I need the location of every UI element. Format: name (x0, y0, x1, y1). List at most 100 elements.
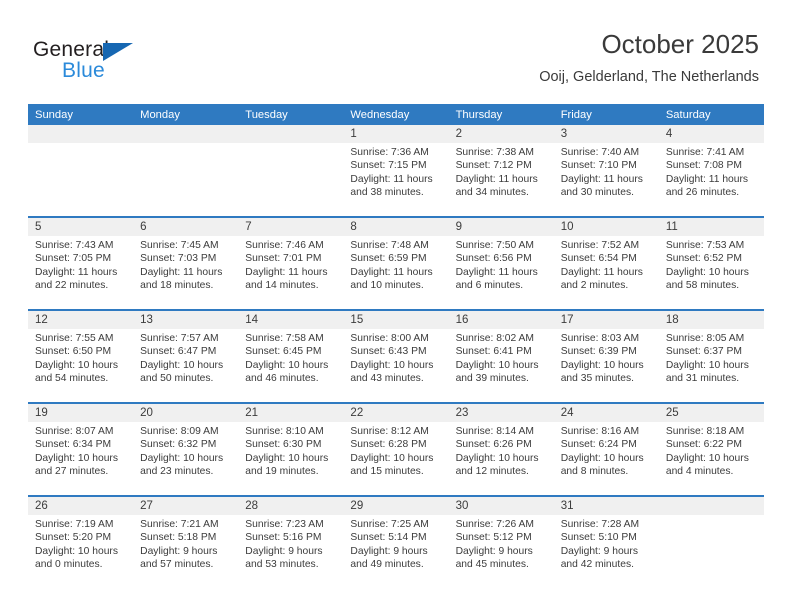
day-number[interactable]: 23 (449, 404, 554, 422)
day-number[interactable]: 14 (238, 311, 343, 329)
day-detail-line: Sunrise: 8:18 AM (665, 426, 745, 437)
day-cell-details[interactable] (133, 143, 238, 216)
day-number[interactable]: 1 (343, 125, 448, 143)
day-cell-details[interactable] (238, 143, 343, 216)
day-detail-line: Sunset: 6:37 PM (665, 346, 742, 358)
day-number[interactable]: 27 (133, 497, 238, 515)
day-cell-details[interactable]: Sunrise: 8:10 AM Sunset: 6:30 PM Daylight:… (238, 422, 343, 495)
day-cell-details[interactable]: Sunrise: 7:41 AM Sunset: 7:08 PM Daylight:… (659, 143, 764, 216)
week-body-row: Sunrise: 7:36 AM Sunset: 7:15 PM Daylight:… (28, 143, 764, 216)
day-cell-details[interactable]: Sunrise: 7:23 AM Sunset: 5:16 PM Daylight:… (238, 515, 343, 588)
day-number[interactable]: 15 (343, 311, 448, 329)
day-cell-details[interactable]: Sunrise: 8:18 AM Sunset: 6:22 PM Daylight:… (659, 422, 764, 495)
day-cell-details[interactable]: Sunrise: 7:52 AM Sunset: 6:54 PM Daylight:… (554, 236, 659, 309)
day-detail-line: Sunset: 7:12 PM (455, 160, 532, 172)
day-detail-line: Sunset: 6:41 PM (455, 346, 532, 358)
day-detail-line: Daylight: 10 hours (560, 452, 644, 464)
day-cell-details[interactable]: Sunrise: 7:28 AM Sunset: 5:10 PM Daylight:… (554, 515, 659, 588)
day-number[interactable]: 4 (659, 125, 764, 143)
day-detail-line: Daylight: 11 hours (560, 173, 643, 185)
day-detail-line: Sunrise: 8:16 AM (560, 426, 640, 437)
day-detail-line: and 14 minutes. (245, 280, 319, 292)
day-cell-details[interactable]: Sunrise: 7:19 AM Sunset: 5:20 PM Daylight:… (28, 515, 133, 588)
day-number[interactable]: 3 (554, 125, 659, 143)
week-body-row: Sunrise: 7:43 AM Sunset: 7:05 PM Daylight:… (28, 236, 764, 309)
day-number[interactable]: 9 (449, 218, 554, 236)
day-cell-details[interactable]: Sunrise: 7:26 AM Sunset: 5:12 PM Daylight:… (449, 515, 554, 588)
day-detail-line: Daylight: 10 hours (35, 359, 118, 371)
day-number[interactable]: 12 (28, 311, 133, 329)
day-detail-line: and 31 minutes. (665, 373, 740, 385)
title-block: October 2025 Ooij, Gelderland, The Nethe… (539, 30, 759, 85)
day-number[interactable]: 19 (28, 404, 133, 422)
day-cell-details[interactable]: Sunrise: 8:00 AM Sunset: 6:43 PM Daylight:… (343, 329, 448, 402)
day-number[interactable]: 22 (343, 404, 448, 422)
week-date-band: 19 20 21 22 23 24 25 (28, 404, 764, 422)
day-number[interactable]: 26 (28, 497, 133, 515)
day-cell-details[interactable]: Sunrise: 7:50 AM Sunset: 6:56 PM Daylight:… (449, 236, 554, 309)
day-number[interactable]: 5 (28, 218, 133, 236)
day-cell-details[interactable]: Sunrise: 7:48 AM Sunset: 6:59 PM Daylight:… (343, 236, 448, 309)
day-cell-details[interactable]: Sunrise: 8:14 AM Sunset: 6:26 PM Daylight:… (449, 422, 554, 495)
day-detail-line: Sunrise: 8:05 AM (665, 333, 745, 344)
day-cell-details[interactable]: Sunrise: 7:55 AM Sunset: 6:50 PM Daylight:… (28, 329, 133, 402)
day-detail-line: Sunset: 6:39 PM (560, 346, 637, 358)
day-cell-details[interactable]: Sunrise: 8:09 AM Sunset: 6:32 PM Daylight:… (133, 422, 238, 495)
day-number[interactable]: 24 (554, 404, 659, 422)
day-detail-line: and 10 minutes. (350, 280, 424, 292)
day-cell-details[interactable]: Sunrise: 7:40 AM Sunset: 7:10 PM Daylight:… (554, 143, 659, 216)
day-detail-line: Sunset: 6:22 PM (665, 439, 742, 451)
day-number[interactable]: 7 (238, 218, 343, 236)
day-number[interactable]: 25 (659, 404, 764, 422)
day-detail-line: Sunset: 5:10 PM (560, 532, 637, 544)
day-number[interactable] (133, 125, 238, 143)
weekday-header-row: Sunday Monday Tuesday Wednesday Thursday Frid… (28, 104, 764, 125)
day-number[interactable] (28, 125, 133, 143)
day-cell-details[interactable]: Sunrise: 7:36 AM Sunset: 7:15 PM Daylight:… (343, 143, 448, 216)
day-cell-details[interactable]: Sunrise: 8:16 AM Sunset: 6:24 PM Daylight:… (554, 422, 659, 495)
day-cell-details[interactable]: Sunrise: 7:58 AM Sunset: 6:45 PM Daylight:… (238, 329, 343, 402)
day-number[interactable]: 18 (659, 311, 764, 329)
day-number[interactable]: 28 (238, 497, 343, 515)
day-cell-details[interactable]: Sunrise: 7:38 AM Sunset: 7:12 PM Daylight:… (449, 143, 554, 216)
day-cell-details[interactable]: Sunrise: 7:53 AM Sunset: 6:52 PM Daylight:… (659, 236, 764, 309)
day-number[interactable]: 21 (238, 404, 343, 422)
day-cell-details[interactable]: Sunrise: 7:46 AM Sunset: 7:01 PM Daylight:… (238, 236, 343, 309)
day-number[interactable]: 29 (343, 497, 448, 515)
day-detail-line: Sunrise: 7:25 AM (350, 519, 429, 530)
day-cell-details[interactable]: Sunrise: 8:02 AM Sunset: 6:41 PM Daylight:… (449, 329, 554, 402)
day-detail-line: and 8 minutes. (560, 466, 629, 478)
day-number[interactable]: 11 (659, 218, 764, 236)
day-number[interactable]: 10 (554, 218, 659, 236)
day-number[interactable]: 13 (133, 311, 238, 329)
day-cell-details[interactable]: Sunrise: 7:45 AM Sunset: 7:03 PM Daylight:… (133, 236, 238, 309)
day-detail-line: Sunrise: 7:28 AM (560, 519, 640, 530)
day-cell-details[interactable]: Sunrise: 7:25 AM Sunset: 5:14 PM Daylight:… (343, 515, 448, 588)
day-detail-line: and 2 minutes. (560, 280, 629, 292)
day-number[interactable]: 30 (449, 497, 554, 515)
day-cell-details[interactable]: Sunrise: 7:43 AM Sunset: 7:05 PM Daylight:… (28, 236, 133, 309)
day-cell-details[interactable]: Sunrise: 8:05 AM Sunset: 6:37 PM Daylight:… (659, 329, 764, 402)
day-number[interactable]: 17 (554, 311, 659, 329)
day-number[interactable] (238, 125, 343, 143)
day-cell-details[interactable] (28, 143, 133, 216)
day-number[interactable]: 31 (554, 497, 659, 515)
day-detail-line: Sunset: 7:15 PM (350, 160, 427, 172)
day-detail-line: Daylight: 10 hours (350, 452, 434, 464)
day-cell-details[interactable]: Sunrise: 7:21 AM Sunset: 5:18 PM Daylight:… (133, 515, 238, 588)
day-cell-details[interactable]: Sunrise: 8:12 AM Sunset: 6:28 PM Daylight:… (343, 422, 448, 495)
day-detail-line: Daylight: 11 hours (560, 266, 643, 278)
day-number[interactable]: 16 (449, 311, 554, 329)
day-detail-line: and 15 minutes. (350, 466, 424, 478)
day-number[interactable]: 8 (343, 218, 448, 236)
day-cell-details[interactable]: Sunrise: 7:57 AM Sunset: 6:47 PM Daylight:… (133, 329, 238, 402)
day-cell-details[interactable]: Sunrise: 8:07 AM Sunset: 6:34 PM Daylight:… (28, 422, 133, 495)
day-number[interactable]: 6 (133, 218, 238, 236)
day-number[interactable]: 20 (133, 404, 238, 422)
day-number[interactable]: 2 (449, 125, 554, 143)
day-cell-details[interactable] (659, 515, 764, 588)
day-detail-line: Sunrise: 7:23 AM (245, 519, 324, 530)
day-detail-line: and 12 minutes. (455, 466, 529, 478)
day-number[interactable] (659, 497, 764, 515)
day-cell-details[interactable]: Sunrise: 8:03 AM Sunset: 6:39 PM Daylight:… (554, 329, 659, 402)
